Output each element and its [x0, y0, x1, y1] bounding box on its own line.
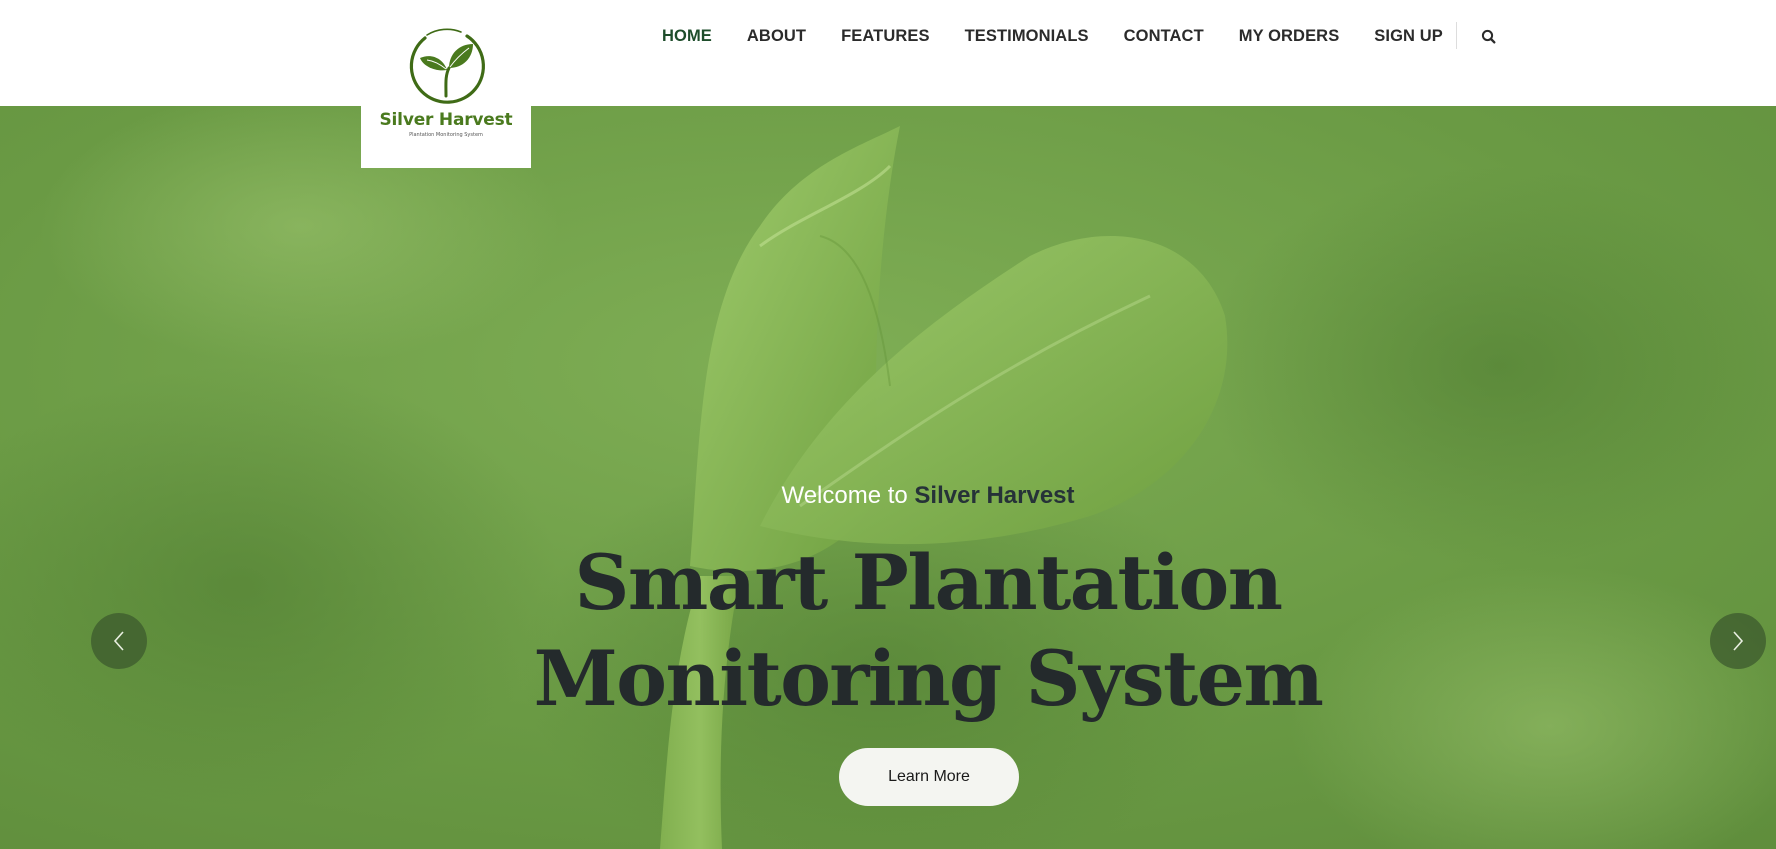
- chevron-right-icon: [1733, 631, 1744, 651]
- nav-item-home[interactable]: HOME: [662, 27, 712, 46]
- main-nav: HOME ABOUT FEATURES TESTIMONIALS CONTACT…: [662, 26, 1478, 46]
- chevron-left-icon: [113, 631, 124, 651]
- search-icon: [1481, 29, 1496, 44]
- logo-tagline: Plantation Monitoring System: [409, 132, 483, 138]
- site-header: HOME ABOUT FEATURES TESTIMONIALS CONTACT…: [0, 0, 1776, 106]
- welcome-prefix: Welcome to: [781, 482, 908, 509]
- hero-title-line1: Smart Plantation: [574, 538, 1283, 627]
- learn-more-button[interactable]: Learn More: [839, 748, 1019, 806]
- page: HOME ABOUT FEATURES TESTIMONIALS CONTACT…: [0, 0, 1776, 849]
- nav-item-contact[interactable]: CONTACT: [1124, 27, 1204, 46]
- hero-content: Welcome to Silver Harvest Smart Plantati…: [0, 106, 1776, 849]
- slider-prev-button[interactable]: [91, 613, 147, 669]
- slider-next-button[interactable]: [1710, 613, 1766, 669]
- nav-item-sign-up[interactable]: SIGN UP: [1374, 27, 1443, 46]
- hero-title-line2: Monitoring System: [533, 634, 1324, 723]
- hero-slider: Welcome to Silver Harvest Smart Plantati…: [0, 106, 1776, 849]
- sprout-logo-icon: [409, 28, 485, 104]
- nav-item-features[interactable]: FEATURES: [841, 27, 930, 46]
- logo-name: Silver Harvest: [379, 110, 513, 130]
- nav-item-testimonials[interactable]: TESTIMONIALS: [965, 27, 1089, 46]
- nav-item-about[interactable]: ABOUT: [747, 27, 806, 46]
- hero-welcome: Welcome to Silver Harvest: [0, 482, 1776, 510]
- welcome-brand: Silver Harvest: [914, 482, 1075, 509]
- nav-divider: [1456, 22, 1457, 49]
- search-button[interactable]: [1478, 26, 1500, 48]
- nav-item-my-orders[interactable]: MY ORDERS: [1239, 27, 1340, 46]
- logo[interactable]: Silver Harvest Plantation Monitoring Sys…: [361, 0, 531, 168]
